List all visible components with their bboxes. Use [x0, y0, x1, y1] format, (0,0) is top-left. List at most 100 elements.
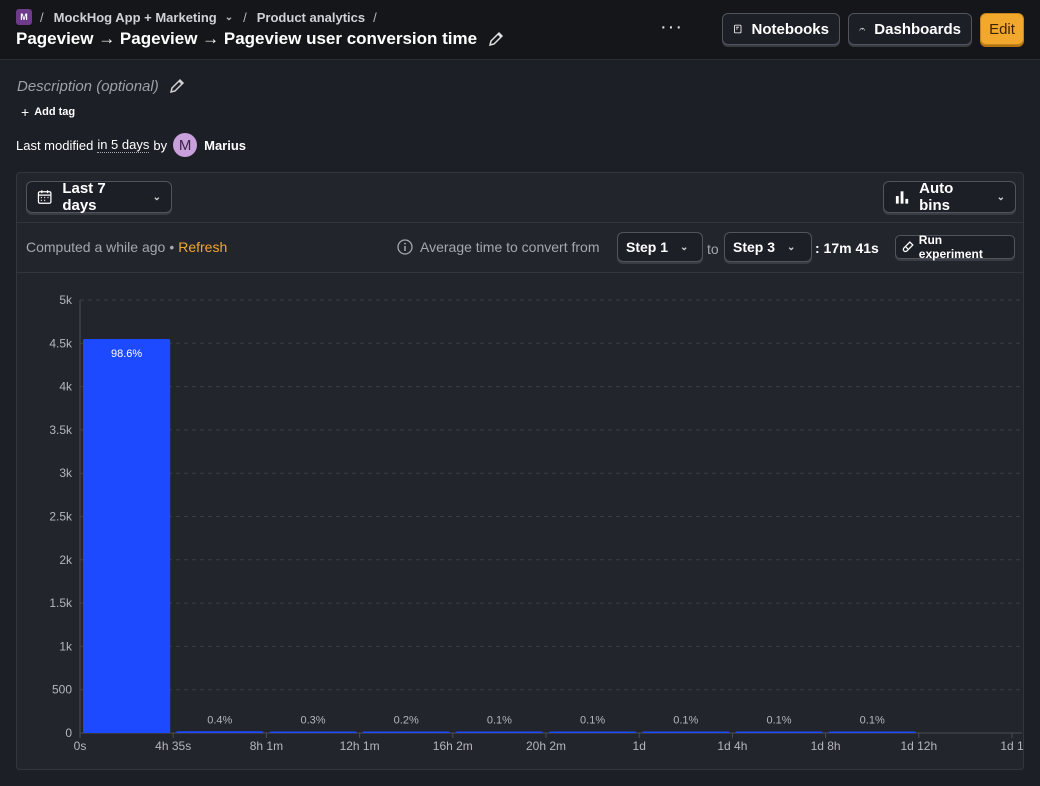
top-bar: M / MockHog App + Marketing ⌄ / Product …: [0, 0, 1040, 60]
x-tick-label: 16h 2m: [433, 739, 473, 753]
x-tick-label: 1d 4h: [717, 739, 747, 753]
y-tick-label: 500: [52, 683, 72, 697]
notebooks-label: Notebooks: [751, 20, 829, 38]
bar-data-label: 0.1%: [487, 715, 512, 727]
filter-bar: Last 7 days ⌄ Auto bins ⌄: [17, 173, 1023, 223]
y-tick-label: 3k: [59, 466, 73, 480]
modified-prefix: Last modified: [16, 137, 94, 153]
breadcrumb: M / MockHog App + Marketing ⌄ / Product …: [16, 9, 387, 25]
bar-data-label: 0.3%: [300, 715, 325, 727]
bar-data-label: 0.1%: [580, 715, 605, 727]
modified-by: by: [153, 137, 168, 153]
date-range-select[interactable]: Last 7 days ⌄: [26, 180, 172, 214]
x-tick-label: 0s: [74, 739, 87, 753]
histogram-bar: [828, 731, 916, 733]
bar-data-label: 0.4%: [207, 714, 232, 726]
histogram-bar: [176, 731, 264, 733]
calendar-icon: [37, 190, 52, 204]
y-tick-label: 4k: [59, 380, 73, 394]
project-badge[interactable]: M: [16, 9, 32, 25]
y-tick-label: 1.5k: [49, 596, 73, 610]
add-tag-button[interactable]: + Add tag: [17, 103, 79, 121]
notebook-icon: [734, 24, 742, 34]
x-tick-label: 1d 1: [1000, 739, 1023, 753]
breadcrumb-separator: /: [243, 9, 247, 25]
chevron-down-icon: ⌄: [787, 241, 796, 253]
y-tick-label: 5k: [59, 293, 73, 307]
description-placeholder: Description (optional): [17, 77, 159, 95]
pencil-icon[interactable]: [168, 77, 186, 95]
avg-label-text: Average time to convert from: [420, 239, 600, 255]
x-tick-label: 1d 8h: [811, 739, 841, 753]
from-step-value: Step 1: [626, 239, 669, 255]
page-title: Pageview → Pageview → Pageview user conv…: [16, 29, 505, 49]
dashboards-button[interactable]: Dashboards: [848, 13, 972, 45]
flask-icon: [902, 241, 914, 253]
x-tick-label: 20h 2m: [526, 739, 566, 753]
breadcrumb-product-analytics[interactable]: Product analytics: [257, 10, 365, 25]
x-tick-label: 8h 1m: [250, 739, 283, 753]
x-tick-label: 12h 1m: [340, 739, 380, 753]
from-step-select[interactable]: Step 1 ⌄: [617, 232, 703, 262]
histogram-bar: [455, 731, 543, 733]
description-field[interactable]: Description (optional): [17, 77, 186, 95]
avg-conversion-value: : 17m 41s: [815, 240, 879, 256]
avg-conversion-label: Average time to convert from: [397, 239, 599, 255]
histogram-bar: [642, 731, 730, 733]
bins-value: Auto bins: [919, 180, 954, 214]
y-tick-label: 2.5k: [49, 510, 73, 524]
bins-select[interactable]: Auto bins ⌄: [883, 180, 1016, 214]
modified-time: in 5 days: [97, 137, 150, 153]
bar-data-label: 0.1%: [766, 715, 791, 727]
histogram-bar: [362, 731, 450, 733]
status-bar: Computed a while ago • Refresh Average tim…: [17, 224, 1023, 273]
computed-status: Computed a while ago • Refresh: [26, 239, 227, 255]
pencil-icon[interactable]: [487, 30, 505, 48]
bar-data-label: 98.6%: [111, 348, 142, 360]
dashboards-label: Dashboards: [874, 20, 961, 38]
bar-chart-icon: [895, 191, 909, 204]
chevron-down-icon: ⌄: [680, 241, 689, 253]
info-icon[interactable]: [397, 239, 413, 255]
run-experiment-button[interactable]: Run experiment: [895, 233, 1015, 261]
notebooks-button[interactable]: Notebooks: [722, 13, 840, 45]
histogram-bar: [269, 731, 357, 733]
breadcrumb-project[interactable]: MockHog App + Marketing: [54, 10, 217, 25]
breadcrumb-separator: /: [40, 9, 44, 25]
date-range-value: Last 7 days: [62, 180, 106, 214]
bar-data-label: 0.1%: [860, 715, 885, 727]
add-tag-label: Add tag: [34, 106, 76, 118]
x-tick-label: 4h 35s: [155, 739, 191, 753]
bar-data-label: 0.2%: [394, 715, 419, 727]
to-step-select[interactable]: Step 3 ⌄: [724, 232, 812, 262]
histogram-chart: 0 500 1k 1.5k 2k 2.5k 3k 3.5k 4k 4.5k 5k 0s 4h 35s 8h…: [49, 293, 1023, 753]
chevron-down-icon[interactable]: ⌄: [225, 12, 233, 23]
histogram-bar: [735, 731, 823, 733]
more-options-button[interactable]: ···: [660, 16, 683, 39]
y-tick-label: 0: [65, 726, 72, 740]
chevron-down-icon: ⌄: [152, 191, 161, 203]
y-tick-label: 3.5k: [49, 423, 73, 437]
edit-button[interactable]: Edit: [980, 13, 1024, 45]
x-tick-label: 1d 12h: [900, 739, 937, 753]
to-step-value: Step 3: [733, 239, 776, 255]
breadcrumb-separator: /: [373, 9, 377, 25]
y-tick-label: 1k: [59, 639, 73, 653]
histogram-bar: [549, 731, 637, 733]
run-experiment-label: Run experiment: [918, 233, 983, 261]
user-name: Marius: [204, 137, 247, 153]
histogram-bar: [83, 338, 171, 733]
refresh-link[interactable]: Refresh: [178, 239, 227, 255]
bullet: •: [169, 239, 175, 255]
plus-icon: +: [21, 104, 30, 120]
y-tick-label: 4.5k: [49, 336, 73, 350]
gauge-icon: [859, 27, 865, 31]
bar-data-label: 0.1%: [673, 715, 698, 727]
last-modified: Last modified in 5 days by M Marius: [16, 133, 246, 157]
insight-title[interactable]: Pageview → Pageview → Pageview user conv…: [16, 29, 477, 49]
to-label: to: [707, 241, 719, 257]
avatar[interactable]: M: [173, 133, 198, 157]
y-tick-label: 2k: [59, 553, 73, 567]
chevron-down-icon: ⌄: [996, 191, 1005, 203]
x-tick-label: 1d: [633, 739, 646, 753]
